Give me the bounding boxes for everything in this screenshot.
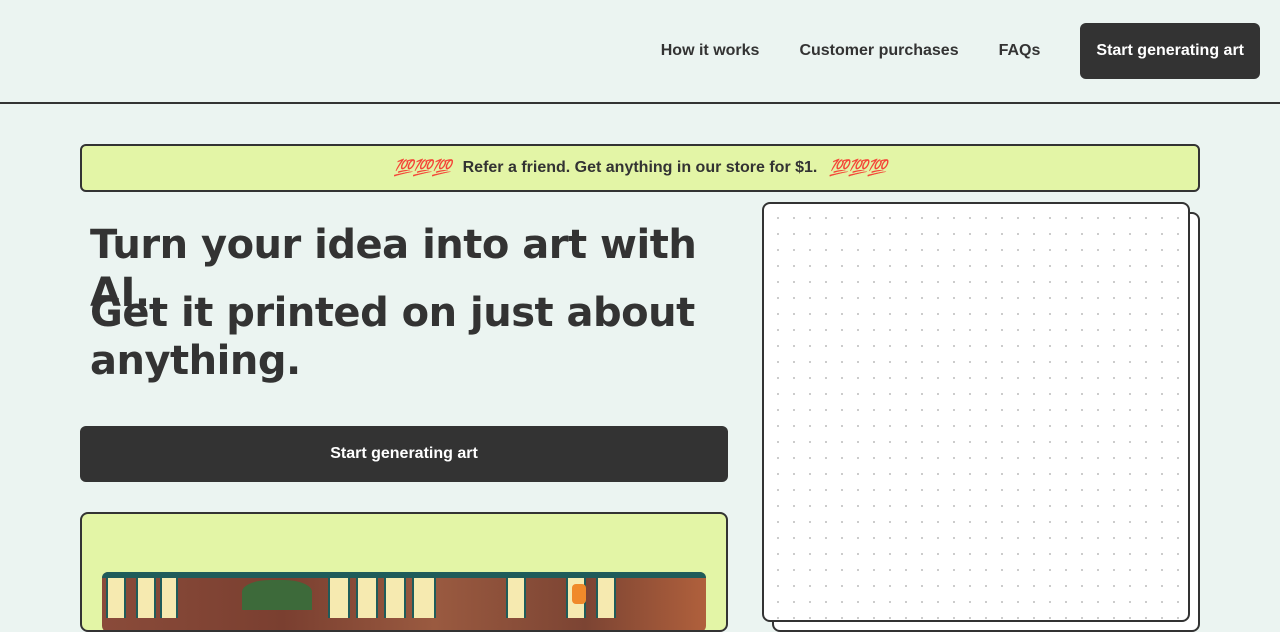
hero-start-generating-button[interactable]: Start generating art — [80, 426, 728, 482]
art-preview-canvas — [762, 202, 1190, 622]
showcase-artwork-image — [102, 572, 706, 630]
main-nav: How it works Customer purchases FAQs Sta… — [661, 23, 1260, 79]
promo-text: Refer a friend. Get anything in our stor… — [462, 159, 818, 176]
showcase-card — [80, 512, 728, 632]
nav-link-faqs[interactable]: FAQs — [999, 42, 1041, 60]
referral-promo-banner[interactable]: 💯💯💯 Refer a friend. Get anything in our … — [80, 144, 1200, 192]
top-navigation-bar: How it works Customer purchases FAQs Sta… — [0, 0, 1280, 104]
hero-subheadline: Get it printed on just about anything. — [90, 290, 695, 384]
header-start-generating-button[interactable]: Start generating art — [1080, 23, 1260, 79]
nav-link-customer-purchases[interactable]: Customer purchases — [799, 42, 958, 60]
hundred-points-icon: 💯💯💯 — [829, 160, 887, 177]
hundred-points-icon: 💯💯💯 — [393, 160, 452, 177]
nav-link-how-it-works[interactable]: How it works — [661, 42, 760, 60]
